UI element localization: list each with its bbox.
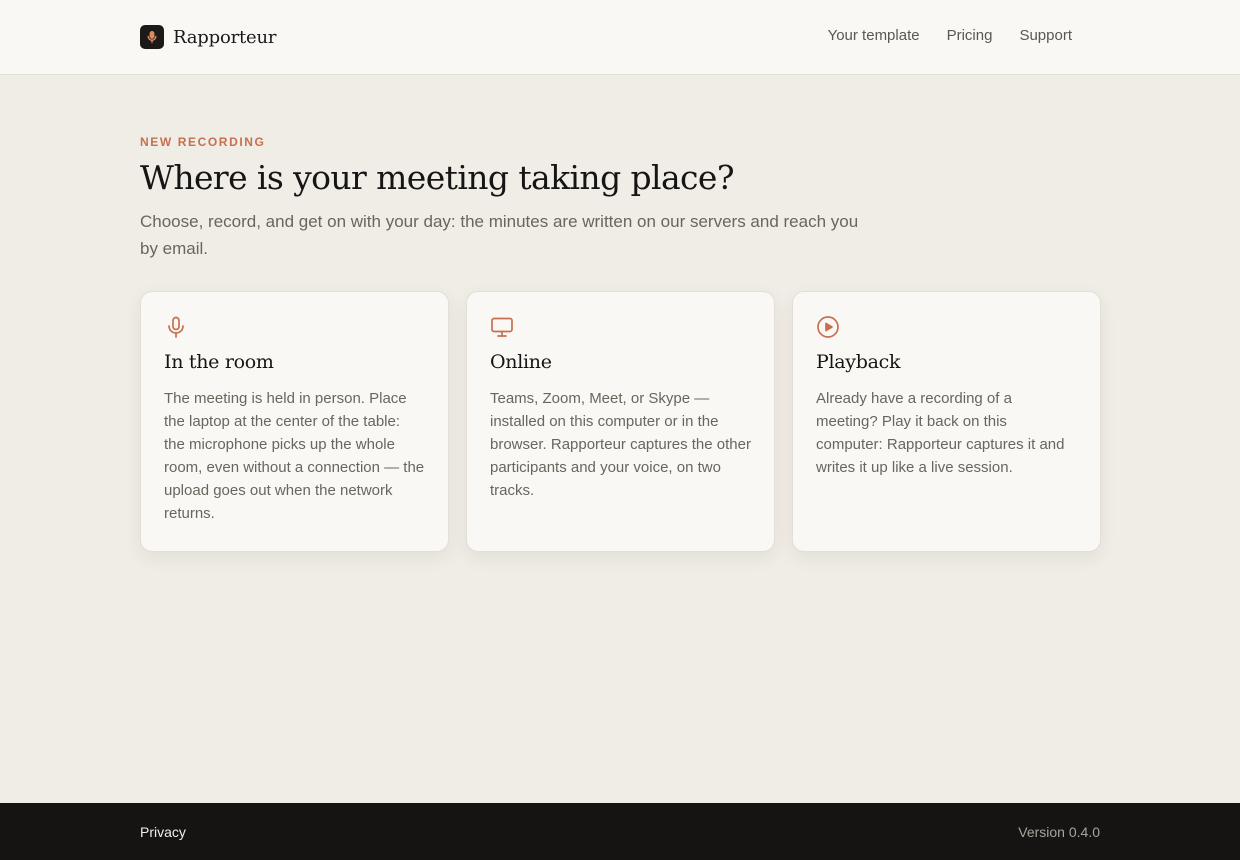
option-card-online[interactable]: Online Teams, Zoom, Meet, or Skype — ins… (466, 291, 775, 552)
option-card-description: Already have a recording of a meeting? P… (816, 390, 1065, 476)
version-label: Version 0.4.0 (1018, 824, 1100, 840)
nav-link-your-template[interactable]: Your template (828, 27, 920, 44)
option-card-description: Teams, Zoom, Meet, or Skype — installed … (490, 390, 751, 499)
nav-link-support[interactable]: Support (1019, 27, 1072, 44)
option-card-title: Playback (816, 351, 901, 373)
footer: Privacy Version 0.4.0 (0, 803, 1240, 860)
nav-link-pricing[interactable]: Pricing (947, 27, 993, 44)
microphone-icon (140, 25, 164, 49)
main-nav: Your template Pricing Support (828, 27, 1072, 44)
option-card-in-the-room[interactable]: In the room The meeting is held in perso… (140, 291, 449, 552)
monitor-icon (490, 315, 514, 339)
page-title: Where is your meeting taking place? (140, 158, 735, 197)
microphone-icon (164, 315, 188, 339)
option-card-description: The meeting is held in person. Place the… (164, 390, 425, 522)
option-card-playback[interactable]: Playback Already have a recording of a m… (792, 291, 1101, 552)
play-circle-icon (816, 315, 840, 339)
privacy-link[interactable]: Privacy (140, 824, 186, 840)
option-card-title: In the room (164, 351, 274, 373)
section-eyebrow: NEW RECORDING (140, 135, 266, 149)
meeting-type-options: In the room The meeting is held in perso… (140, 291, 1101, 552)
brand[interactable]: Rapporteur (140, 25, 276, 49)
page-subtitle: Choose, record, and get on with your day… (140, 212, 859, 258)
brand-name: Rapporteur (173, 26, 277, 48)
option-card-title: Online (490, 351, 552, 373)
top-navigation-bar: Rapporteur Your template Pricing Support (0, 0, 1240, 75)
